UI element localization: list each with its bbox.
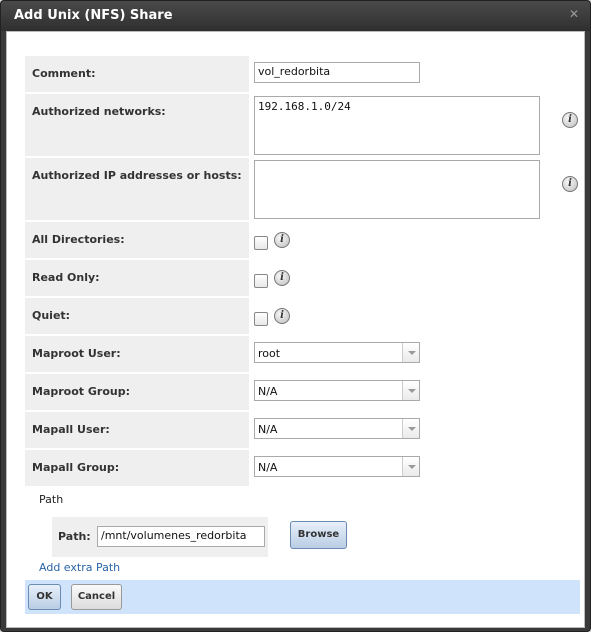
quiet-label-cell: Quiet: (25, 298, 251, 334)
authorized-hosts-row: Authorized IP addresses or hosts: (25, 158, 547, 220)
authorized-hosts-field-cell (253, 158, 547, 220)
path-row: Path: /mnt/volumenes_redorbita (52, 517, 268, 557)
maproot-user-row: Maproot User: root (25, 336, 547, 372)
maproot-group-label-cell: Maproot Group: (25, 374, 251, 410)
read-only-row: Read Only: i (25, 260, 547, 296)
maproot-user-label-cell: Maproot User: (25, 336, 251, 372)
all-directories-checkbox[interactable] (254, 236, 268, 250)
mapall-user-value: N/A (258, 423, 278, 436)
quiet-field-cell: i (253, 298, 547, 334)
browse-button[interactable]: Browse (290, 521, 347, 549)
path-heading: Path (39, 493, 64, 506)
quiet-row: Quiet: i (25, 298, 547, 334)
authorized-networks-textarea[interactable]: 192.168.1.0/24 (254, 96, 540, 155)
authorized-networks-row: Authorized networks: 192.168.1.0/24 (25, 94, 547, 156)
maproot-group-label: Maproot Group: (32, 385, 130, 398)
mapall-user-field-cell: N/A (253, 412, 547, 448)
comment-label: Comment: (32, 67, 96, 80)
info-icon[interactable]: i (562, 112, 578, 128)
path-input[interactable]: /mnt/volumenes_redorbita (97, 526, 265, 547)
quiet-label: Quiet: (32, 309, 71, 322)
authorized-hosts-textarea[interactable] (254, 160, 540, 219)
chevron-down-icon[interactable] (402, 381, 419, 400)
info-icon[interactable]: i (274, 308, 290, 324)
maproot-user-value: root (258, 347, 281, 360)
maproot-group-field-cell: N/A (253, 374, 547, 410)
mapall-user-label: Mapall User: (32, 423, 110, 436)
all-directories-row: All Directories: i (25, 222, 547, 258)
quiet-checkbox[interactable] (254, 312, 268, 326)
dialog-titlebar[interactable]: Add Unix (NFS) Share ✕ (1, 1, 590, 31)
maproot-group-row: Maproot Group: N/A (25, 374, 547, 410)
authorized-hosts-label-cell: Authorized IP addresses or hosts: (25, 158, 251, 220)
chevron-down-icon[interactable] (402, 457, 419, 476)
mapall-user-row: Mapall User: N/A (25, 412, 547, 448)
comment-label-cell: Comment: (25, 56, 251, 92)
mapall-group-label: Mapall Group: (32, 461, 120, 474)
cancel-button[interactable]: Cancel (71, 584, 122, 610)
nfs-share-dialog: Add Unix (NFS) Share ✕ Comment: vol_redo… (0, 0, 591, 632)
comment-row: Comment: vol_redorbita (25, 56, 547, 92)
all-directories-label-cell: All Directories: (25, 222, 251, 258)
read-only-field-cell: i (253, 260, 547, 296)
authorized-hosts-label: Authorized IP addresses or hosts: (32, 169, 242, 182)
close-icon[interactable]: ✕ (569, 7, 579, 21)
all-directories-label: All Directories: (32, 233, 125, 246)
mapall-group-select[interactable]: N/A (254, 456, 420, 477)
dialog-footer: OK Cancel (25, 580, 580, 614)
path-label: Path: (58, 530, 91, 543)
chevron-down-icon[interactable] (402, 419, 419, 438)
mapall-user-label-cell: Mapall User: (25, 412, 251, 448)
maproot-group-value: N/A (258, 385, 278, 398)
authorized-networks-field-cell: 192.168.1.0/24 (253, 94, 547, 156)
mapall-group-row: Mapall Group: N/A (25, 450, 547, 486)
info-icon[interactable]: i (274, 270, 290, 286)
read-only-checkbox[interactable] (254, 274, 268, 288)
maproot-group-select[interactable]: N/A (254, 380, 420, 401)
maproot-user-field-cell: root (253, 336, 547, 372)
chevron-down-icon[interactable] (402, 343, 419, 362)
mapall-group-field-cell: N/A (253, 450, 547, 486)
read-only-label: Read Only: (32, 271, 100, 284)
authorized-networks-label-cell: Authorized networks: (25, 94, 251, 156)
maproot-user-select[interactable]: root (254, 342, 420, 363)
mapall-user-select[interactable]: N/A (254, 418, 420, 439)
mapall-group-label-cell: Mapall Group: (25, 450, 251, 486)
all-directories-field-cell: i (253, 222, 547, 258)
ok-button[interactable]: OK (28, 584, 61, 610)
info-icon[interactable]: i (274, 232, 290, 248)
comment-field-cell: vol_redorbita (253, 56, 547, 92)
info-icon[interactable]: i (562, 176, 578, 192)
add-extra-path-link[interactable]: Add extra Path (39, 561, 120, 574)
dialog-content: Comment: vol_redorbita Authorized networ… (6, 31, 585, 628)
authorized-networks-label: Authorized networks: (32, 105, 166, 118)
comment-input[interactable]: vol_redorbita (254, 62, 420, 83)
mapall-group-value: N/A (258, 461, 278, 474)
read-only-label-cell: Read Only: (25, 260, 251, 296)
maproot-user-label: Maproot User: (32, 347, 121, 360)
dialog-title: Add Unix (NFS) Share (14, 8, 173, 23)
